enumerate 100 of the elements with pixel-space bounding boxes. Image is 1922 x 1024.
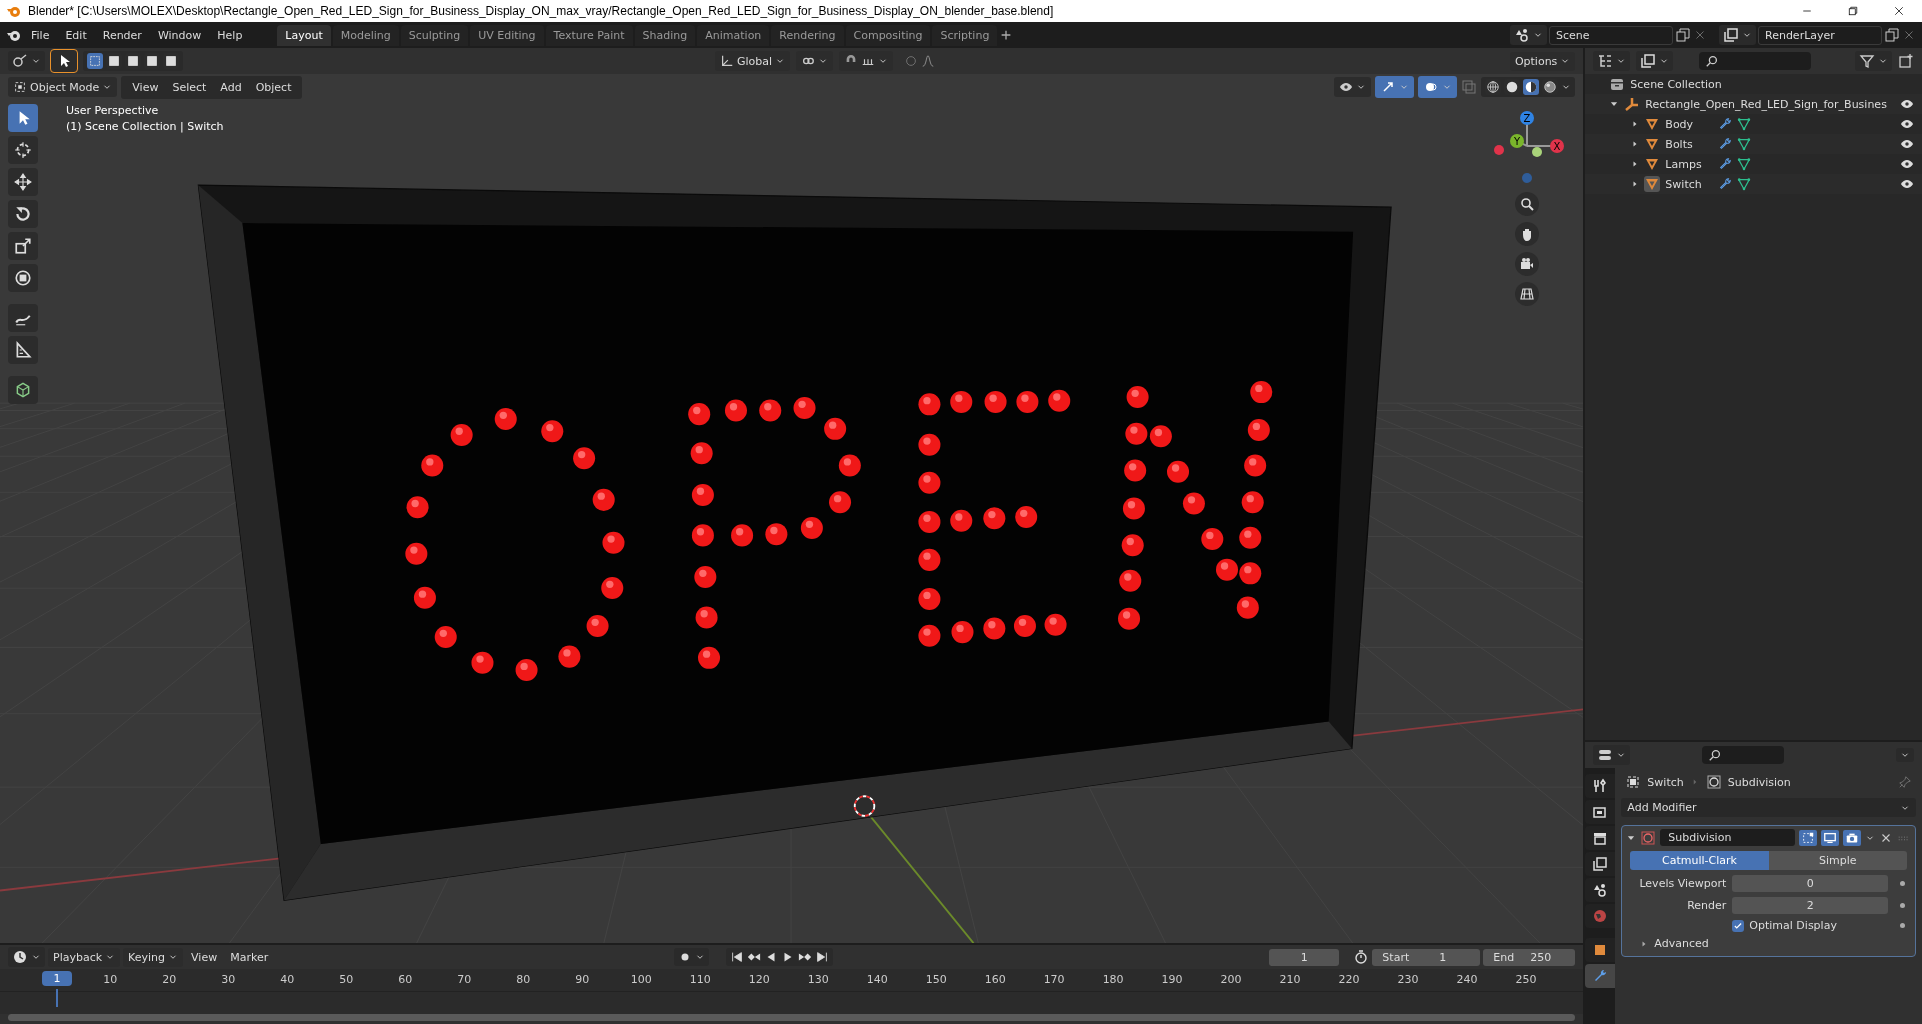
mesh-data-icon[interactable] xyxy=(1737,117,1752,131)
gizmo-axis-handle[interactable]: Z xyxy=(1520,111,1535,125)
tool-button[interactable] xyxy=(8,168,38,196)
menu-item[interactable]: Window xyxy=(150,25,209,45)
gizmo-axis-handle[interactable]: X xyxy=(1550,139,1565,153)
properties-tab[interactable] xyxy=(1585,938,1616,962)
pivot-dropdown[interactable] xyxy=(796,51,834,71)
workspace-tab[interactable]: UV Editing xyxy=(470,24,544,46)
overlay-toggle[interactable] xyxy=(1418,76,1458,98)
properties-tab[interactable] xyxy=(1585,878,1616,902)
view-layer-selector-dropdown[interactable] xyxy=(1719,25,1756,45)
perspective-toggle-button[interactable] xyxy=(1515,282,1540,306)
timeline-menu[interactable]: Playback xyxy=(48,947,121,967)
menu-item[interactable]: Object xyxy=(248,77,299,97)
shading-mode-button[interactable] xyxy=(1523,79,1540,95)
playhead[interactable]: 1 xyxy=(42,971,72,987)
camera-view-button[interactable] xyxy=(1515,252,1540,276)
visibility-dropdown[interactable] xyxy=(1334,77,1372,97)
mode-dropdown[interactable]: Object Mode xyxy=(8,77,118,97)
orientation-dropdown[interactable]: Global xyxy=(715,51,791,71)
image-stack-icon[interactable] xyxy=(1723,27,1739,43)
gizmo-axis-handle[interactable] xyxy=(1494,145,1505,155)
display-mode-dropdown[interactable] xyxy=(1636,51,1674,71)
wrench-icon[interactable] xyxy=(1718,117,1733,131)
workspace-tab[interactable]: Shading xyxy=(634,24,696,46)
selection-mode-button[interactable] xyxy=(106,53,122,69)
selection-mode-button[interactable] xyxy=(163,53,179,69)
search-field[interactable] xyxy=(1699,52,1812,70)
copy-icon[interactable] xyxy=(1884,27,1900,43)
workspace-tab[interactable]: Modeling xyxy=(332,24,399,46)
optimal-display-checkbox[interactable]: Optimal Display xyxy=(1732,919,1888,932)
eye-icon[interactable] xyxy=(1900,157,1914,171)
clock-icon[interactable] xyxy=(12,949,28,966)
outliner-item[interactable]: Switch xyxy=(1665,177,1714,191)
workspace-tab[interactable]: Rendering xyxy=(771,24,844,46)
menu-item[interactable]: Render xyxy=(95,25,149,45)
pan-button[interactable] xyxy=(1515,222,1540,246)
wrench-icon[interactable] xyxy=(1718,137,1733,151)
new-collection-icon[interactable] xyxy=(1898,53,1914,69)
keyframe-dot-icon[interactable] xyxy=(1900,903,1905,908)
editor-type-dropdown[interactable] xyxy=(1593,745,1631,765)
tool-button[interactable] xyxy=(8,336,38,364)
outliner-item[interactable]: Body xyxy=(1665,117,1714,131)
keyframe-dot-icon[interactable] xyxy=(1900,923,1905,928)
tool-button[interactable] xyxy=(8,200,38,228)
gizmo-axis-handle[interactable] xyxy=(1532,147,1543,157)
search-field[interactable] xyxy=(1702,746,1785,764)
subdivision-method-button[interactable]: Catmull-Clark xyxy=(1630,851,1769,870)
modifier-name-field[interactable]: Subdivision xyxy=(1660,829,1795,846)
current-frame-field[interactable]: 1 xyxy=(1269,948,1340,966)
outliner-item[interactable]: Lamps xyxy=(1665,157,1714,171)
number-field[interactable]: 2 xyxy=(1732,897,1888,914)
image-stack-icon[interactable] xyxy=(1640,53,1657,69)
menu-item[interactable]: Edit xyxy=(58,25,94,45)
tool-button[interactable] xyxy=(8,104,38,132)
filter-dropdown[interactable] xyxy=(1855,51,1892,71)
gizmo-toggle[interactable] xyxy=(1375,76,1415,98)
scene-icon[interactable] xyxy=(1514,27,1530,43)
editor-type-icon[interactable] xyxy=(12,53,28,69)
wrench-icon[interactable] xyxy=(1718,177,1733,191)
copy-icon[interactable] xyxy=(1675,27,1691,43)
scrollbar[interactable] xyxy=(8,1014,1576,1021)
workspace-tab[interactable]: Compositing xyxy=(845,24,931,46)
properties-tab[interactable] xyxy=(1585,826,1616,850)
properties-tab[interactable] xyxy=(1585,800,1616,824)
advanced-section-header[interactable]: Advanced xyxy=(1654,937,1709,950)
snap-toggle[interactable] xyxy=(839,51,894,71)
number-field[interactable]: 0 xyxy=(1732,875,1888,892)
mesh-data-icon[interactable] xyxy=(1737,177,1752,191)
scene-field[interactable]: Scene xyxy=(1549,25,1673,45)
outliner-icon[interactable] xyxy=(1597,53,1614,69)
tool-button[interactable] xyxy=(8,264,38,292)
outliner-item[interactable]: Rectangle_Open_Red_LED_Sign_for_Busines xyxy=(1645,97,1887,111)
editor-type-dropdown[interactable] xyxy=(8,51,45,71)
end-frame-field[interactable]: End 250 xyxy=(1483,948,1576,966)
filter-icon[interactable] xyxy=(1859,53,1875,69)
timeline-menu[interactable]: Marker xyxy=(225,947,274,967)
start-frame-field[interactable]: Start 1 xyxy=(1372,948,1481,966)
workspace-tab[interactable]: Texture Paint xyxy=(545,24,633,46)
properties-editor-icon[interactable] xyxy=(1597,747,1614,763)
wrench-icon[interactable] xyxy=(1718,157,1733,171)
mesh-data-icon[interactable] xyxy=(1737,157,1752,171)
eye-icon[interactable] xyxy=(1900,177,1914,191)
workspace-tab[interactable]: Scripting xyxy=(932,24,998,46)
zoom-button[interactable] xyxy=(1515,192,1540,216)
keyframe-dot-icon[interactable] xyxy=(1900,881,1905,886)
scene-selector-dropdown[interactable] xyxy=(1510,25,1547,45)
eye-icon[interactable] xyxy=(1900,117,1914,131)
menu-item[interactable]: Help xyxy=(210,25,250,45)
tool-button[interactable] xyxy=(8,232,38,260)
view-layer-field[interactable]: RenderLayer xyxy=(1758,25,1882,45)
workspace-tab[interactable]: Sculpting xyxy=(400,24,469,46)
eye-icon[interactable] xyxy=(1900,137,1914,151)
options-dropdown[interactable]: Options xyxy=(1509,51,1576,71)
tool-button[interactable] xyxy=(8,136,38,164)
shading-mode-button[interactable] xyxy=(1485,79,1502,95)
jump-start-icon[interactable] xyxy=(730,950,745,965)
shading-mode-button[interactable] xyxy=(1504,79,1521,95)
subdivision-method-button[interactable]: Simple xyxy=(1768,851,1907,870)
3d-cursor-icon[interactable] xyxy=(853,795,876,817)
